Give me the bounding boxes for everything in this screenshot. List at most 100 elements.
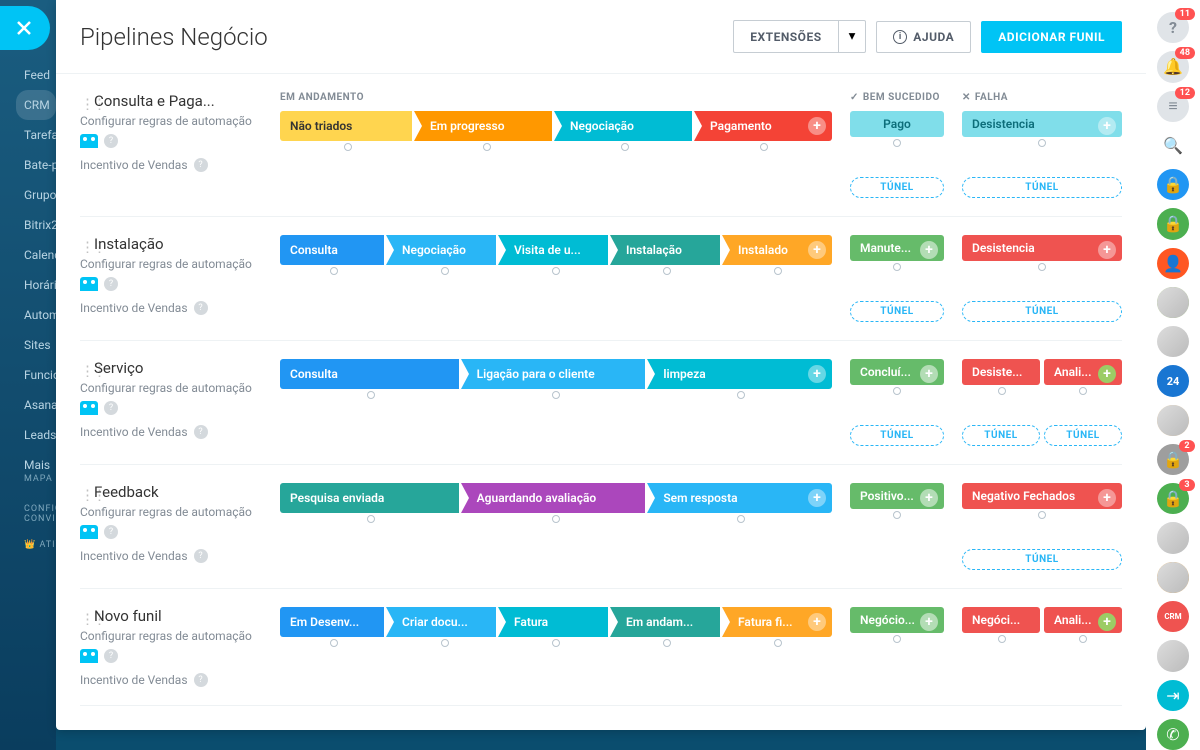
automation-rules-link[interactable]: Configurar regras de automação xyxy=(80,629,260,643)
rail-avatar-icon[interactable] xyxy=(1157,326,1189,357)
success-stage[interactable]: Pago xyxy=(850,111,944,137)
stage[interactable]: limpeza+ xyxy=(647,359,832,389)
rail-24-icon[interactable]: 24 xyxy=(1157,365,1189,396)
stage[interactable]: Instalado+ xyxy=(722,235,832,265)
stage-dot[interactable] xyxy=(1079,635,1087,643)
add-stage-icon[interactable]: + xyxy=(808,117,826,135)
fail-stage[interactable]: Anali...+ xyxy=(1044,607,1122,633)
sales-incentive-link[interactable]: Incentivo de Vendas ? xyxy=(80,425,260,439)
stage-dot[interactable] xyxy=(552,391,560,399)
sales-incentive-link[interactable]: Incentivo de Vendas ? xyxy=(80,549,260,563)
stage[interactable]: Instalação xyxy=(610,235,720,265)
add-sales-funnel-button[interactable]: ADICIONAR FUNIL DE VENDAS xyxy=(80,706,1122,714)
rail-phone-icon[interactable]: ✆ xyxy=(1157,719,1189,750)
rail-avatar-icon[interactable] xyxy=(1157,640,1189,671)
drag-handle-icon[interactable] xyxy=(80,95,90,109)
stage[interactable]: Consulta xyxy=(280,235,384,265)
tunnel-button[interactable]: TÚNEL xyxy=(962,425,1040,446)
stage-dot[interactable] xyxy=(367,515,375,523)
stage-dot[interactable] xyxy=(344,143,352,151)
rail-crm-icon[interactable]: CRM xyxy=(1157,601,1189,632)
pipeline-name[interactable]: Novo funil xyxy=(80,607,260,625)
close-button[interactable] xyxy=(0,6,50,50)
stage[interactable]: Pagamento+ xyxy=(694,111,832,141)
automation-rules-link[interactable]: Configurar regras de automação xyxy=(80,505,260,519)
nav-item[interactable]: Bitrix24 xyxy=(24,210,56,240)
stage[interactable]: Negociação xyxy=(386,235,496,265)
sales-incentive-link[interactable]: Incentivo de Vendas ? xyxy=(80,158,260,172)
pipeline-name[interactable]: Feedback xyxy=(80,483,260,501)
stage[interactable]: Consulta xyxy=(280,359,459,389)
stage-dot[interactable] xyxy=(330,639,338,647)
robot-icon[interactable] xyxy=(80,277,98,291)
rail-lock-icon[interactable]: 🔒 xyxy=(1157,208,1189,239)
stage-dot[interactable] xyxy=(441,267,449,275)
nav-item[interactable]: Automação xyxy=(24,300,56,330)
stage-dot[interactable] xyxy=(737,515,745,523)
stage-dot[interactable] xyxy=(893,511,901,519)
stage-dot[interactable] xyxy=(663,639,671,647)
add-stage-icon[interactable]: + xyxy=(808,489,826,507)
success-stage[interactable]: Positivo...+ xyxy=(850,483,944,509)
fail-stage[interactable]: Desiste... xyxy=(962,359,1040,385)
nav-item[interactable]: Feed xyxy=(24,60,56,90)
rail-avatar-icon[interactable] xyxy=(1157,562,1189,593)
stage[interactable]: Criar docu... xyxy=(386,607,496,637)
stage-dot[interactable] xyxy=(998,387,1006,395)
automation-rules-link[interactable]: Configurar regras de automação xyxy=(80,257,260,271)
stage[interactable]: Pesquisa enviada xyxy=(280,483,459,513)
extensions-caret[interactable]: ▾ xyxy=(839,20,867,53)
fail-stage[interactable]: Negativo Fechados+ xyxy=(962,483,1122,509)
nav-item[interactable]: Calendário xyxy=(24,240,56,270)
help-icon[interactable]: ? xyxy=(104,134,118,148)
help-icon[interactable]: ? xyxy=(104,401,118,415)
fail-stage[interactable]: Desistencia+ xyxy=(962,235,1122,261)
stage[interactable]: Visita de u... xyxy=(498,235,608,265)
stage-dot[interactable] xyxy=(737,391,745,399)
stage-dot[interactable] xyxy=(774,639,782,647)
stage[interactable]: Em andam... xyxy=(610,607,720,637)
stage-dot[interactable] xyxy=(1038,511,1046,519)
robot-icon[interactable] xyxy=(80,525,98,539)
stage-dot[interactable] xyxy=(552,515,560,523)
nav-item[interactable]: Bate-papo xyxy=(24,150,56,180)
stage[interactable]: Fatura fi...+ xyxy=(722,607,832,637)
pipeline-name[interactable]: Instalação xyxy=(80,235,260,253)
stage[interactable]: Fatura xyxy=(498,607,608,637)
help-icon[interactable]: ? xyxy=(104,277,118,291)
pipeline-name[interactable]: Consulta e Paga... xyxy=(80,92,260,110)
help-icon[interactable]: ? xyxy=(194,301,208,315)
help-icon[interactable]: ? xyxy=(194,158,208,172)
robot-icon[interactable] xyxy=(80,649,98,663)
rail-avatar-icon[interactable] xyxy=(1157,287,1189,318)
stage-dot[interactable] xyxy=(893,139,901,147)
tunnel-button[interactable]: TÚNEL xyxy=(962,549,1122,570)
success-stage[interactable]: Manute...+ xyxy=(850,235,944,261)
robot-icon[interactable] xyxy=(80,134,98,148)
rail-avatar-icon[interactable] xyxy=(1157,522,1189,553)
stage-dot[interactable] xyxy=(552,639,560,647)
success-stage[interactable]: Concluí...+ xyxy=(850,359,944,385)
stage-dot[interactable] xyxy=(330,267,338,275)
stage[interactable]: Em Desenv... xyxy=(280,607,384,637)
stage[interactable]: Não triados xyxy=(280,111,412,141)
stage-dot[interactable] xyxy=(998,635,1006,643)
stage-dot[interactable] xyxy=(552,267,560,275)
stage-dot[interactable] xyxy=(621,143,629,151)
tunnel-button[interactable]: TÚNEL xyxy=(1044,425,1122,446)
stage-dot[interactable] xyxy=(1038,139,1046,147)
automation-rules-link[interactable]: Configurar regras de automação xyxy=(80,114,260,128)
rail-avatar-icon[interactable] xyxy=(1157,405,1189,436)
add-stage-icon[interactable]: + xyxy=(808,365,826,383)
tunnel-button[interactable]: TÚNEL xyxy=(962,301,1122,322)
fail-stage[interactable]: Desistencia+ xyxy=(962,111,1122,137)
help-icon[interactable]: ? xyxy=(194,425,208,439)
drag-handle-icon[interactable] xyxy=(80,610,90,624)
stage[interactable]: Ligação para o cliente xyxy=(461,359,646,389)
stage[interactable]: Aguardando avaliação xyxy=(461,483,646,513)
drag-handle-icon[interactable] xyxy=(80,238,90,252)
nav-item[interactable]: Horário xyxy=(24,270,56,300)
sales-incentive-link[interactable]: Incentivo de Vendas ? xyxy=(80,301,260,315)
stage-dot[interactable] xyxy=(441,639,449,647)
success-stage[interactable]: Negócio...+ xyxy=(850,607,944,633)
